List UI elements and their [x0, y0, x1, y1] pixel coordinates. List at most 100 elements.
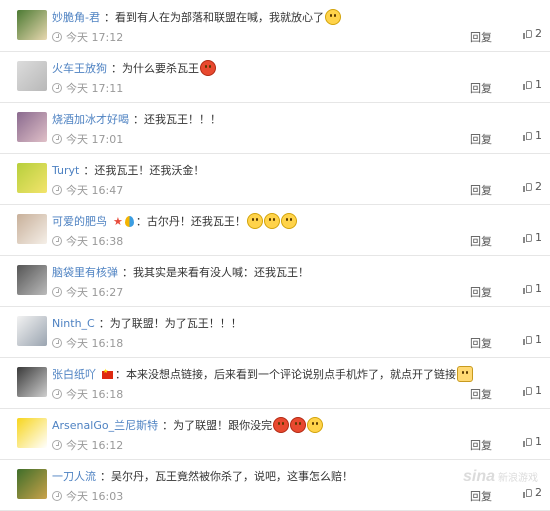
- like-button[interactable]: 1: [523, 333, 542, 346]
- thumbs-up-icon: [523, 283, 533, 294]
- comment-item: 可爱的肥鸟 ★ ：古尔丹！还我瓦王！ 今天 16:38 回复 1: [0, 205, 550, 256]
- avatar-yellow-face[interactable]: [17, 418, 47, 448]
- comment-content: ArsenalGo_兰尼斯特 ：为了联盟！跟你没完: [52, 417, 540, 433]
- avatar-white-cat[interactable]: [17, 316, 47, 346]
- angry-red-emoji: [290, 417, 307, 433]
- like-count: 1: [535, 78, 542, 91]
- comment-text: 为了联盟！为了瓦王！！！: [109, 317, 242, 330]
- like-button[interactable]: 2: [523, 486, 542, 499]
- like-count: 1: [535, 333, 542, 346]
- comment-meta: 今天 16:12: [52, 437, 124, 452]
- comment-meta: 今天 16:38: [52, 233, 123, 248]
- like-count: 1: [535, 384, 542, 397]
- name-separator: ：: [111, 62, 122, 75]
- comment-time: 今天 17:12: [66, 31, 124, 44]
- like-count: 2: [535, 27, 542, 40]
- avatar-sketch[interactable]: [17, 367, 47, 397]
- like-button[interactable]: 2: [523, 180, 542, 193]
- name-separator: ：: [103, 11, 115, 24]
- commenter-name[interactable]: 火车王放狗: [52, 62, 107, 75]
- reply-button[interactable]: 回复: [470, 488, 492, 504]
- comment-text: 还我瓦王！还我沃金！: [94, 164, 205, 177]
- clock-icon: [52, 32, 62, 42]
- comment-time: 今天 16:27: [66, 286, 124, 299]
- sad-emoji: [246, 213, 263, 229]
- comment-item: 妙脆角-君 ：看到有人在为部落和联盟在喊，我就放心了今天 17:12 回复 2: [0, 1, 550, 52]
- like-count: 1: [535, 435, 542, 448]
- comment-text: 为了联盟！跟你没完: [173, 419, 273, 432]
- avatar-game-art[interactable]: [17, 469, 47, 499]
- commenter-name[interactable]: Ninth_C: [52, 317, 95, 330]
- like-button[interactable]: 1: [523, 78, 542, 91]
- thumbs-up-icon: [523, 487, 533, 498]
- like-button[interactable]: 1: [523, 435, 542, 448]
- commenter-name[interactable]: 可爱的肥鸟: [52, 215, 107, 228]
- comment-text: 我其实是来看有没人喊：还我瓦王！: [133, 266, 309, 279]
- avatar-pixel-hat[interactable]: [17, 10, 47, 40]
- comment-meta: 今天 16:27: [52, 284, 124, 299]
- commenter-name[interactable]: 烧酒加冰才好喝: [52, 113, 129, 126]
- avatar-bw-photo[interactable]: [17, 265, 47, 295]
- smile-emoji: [324, 9, 341, 25]
- comment-content: Turyt ：还我瓦王！还我沃金！: [52, 162, 540, 178]
- avatar-cartoon-green[interactable]: [17, 163, 47, 193]
- comment-content: 脑袋里有核弹 ：我其实是来看有没人喊：还我瓦王！: [52, 264, 540, 280]
- comment-text: 还我瓦王！！！: [144, 113, 221, 126]
- frown-emoji: [307, 417, 324, 433]
- reply-button[interactable]: 回复: [470, 335, 492, 351]
- reply-button[interactable]: 回复: [470, 29, 492, 45]
- thumbs-up-icon: [523, 232, 533, 243]
- avatar-cat[interactable]: [17, 214, 47, 244]
- reply-button[interactable]: 回复: [470, 182, 492, 198]
- clock-icon: [52, 287, 62, 297]
- like-button[interactable]: 2: [523, 27, 542, 40]
- angry-emoji: [200, 60, 216, 76]
- comment-text: 为什么要杀瓦王: [122, 62, 199, 75]
- commenter-name[interactable]: 张白纸吖: [52, 368, 96, 381]
- cat-emoji: [457, 366, 473, 382]
- comment-text: 吴尔丹，瓦王竟然被你杀了，说吧，这事怎么赔！: [111, 470, 353, 483]
- comment-time: 今天 16:18: [66, 337, 124, 350]
- reply-button[interactable]: 回复: [470, 80, 492, 96]
- like-button[interactable]: 1: [523, 384, 542, 397]
- like-button[interactable]: 1: [523, 282, 542, 295]
- comment-time: 今天 17:11: [66, 82, 124, 95]
- avatar-default[interactable]: [17, 61, 47, 91]
- name-separator: ：: [115, 368, 126, 381]
- name-separator: ：: [98, 317, 110, 330]
- thumbs-up-icon: [523, 436, 533, 447]
- comment-time: 今天 16:12: [66, 439, 124, 452]
- commenter-name[interactable]: 妙脆角-君: [52, 11, 100, 24]
- thumbs-up-icon: [523, 130, 533, 141]
- comment-time: 今天 16:47: [66, 184, 124, 197]
- thumbs-up-icon: [523, 28, 533, 39]
- comment-meta: 今天 17:12: [52, 29, 124, 44]
- comment-text: 古尔丹！还我瓦王！: [146, 215, 246, 228]
- comment-content: 张白纸吖 ：本来没想点链接，后来看到一个评论说别点手机炸了，就点开了链接: [52, 366, 540, 382]
- like-count: 2: [535, 180, 542, 193]
- comment-meta: 今天 17:11: [52, 80, 124, 95]
- comment-text: 看到有人在为部落和联盟在喊，我就放心了: [114, 11, 324, 24]
- comment-item: 烧酒加冰才好喝 ：还我瓦王！！！ 今天 17:01 回复 1: [0, 103, 550, 154]
- clock-icon: [52, 236, 62, 246]
- reply-button[interactable]: 回复: [470, 233, 492, 249]
- clock-icon: [52, 389, 62, 399]
- commenter-name[interactable]: 脑袋里有核弹: [52, 266, 118, 279]
- comment-item: ArsenalGo_兰尼斯特 ：为了联盟！跟你没完今天 16:12 回复 1: [0, 409, 550, 460]
- like-button[interactable]: 1: [523, 231, 542, 244]
- name-separator: ：: [122, 266, 133, 279]
- reply-button[interactable]: 回复: [470, 284, 492, 300]
- reply-button[interactable]: 回复: [470, 437, 492, 453]
- comment-item: Turyt ：还我瓦王！还我沃金！ 今天 16:47 回复 2: [0, 154, 550, 205]
- commenter-name[interactable]: 一刀人流: [52, 470, 96, 483]
- comment-meta: 今天 16:18: [52, 386, 123, 401]
- comment-text: 本来没想点链接，后来看到一个评论说别点手机炸了，就点开了链接: [126, 368, 456, 381]
- like-button[interactable]: 1: [523, 129, 542, 142]
- commenter-name[interactable]: Turyt: [52, 164, 79, 177]
- sad-emoji: [280, 213, 297, 229]
- comment-content: Ninth_C ：为了联盟！为了瓦王！！！: [52, 315, 540, 331]
- reply-button[interactable]: 回复: [470, 386, 492, 402]
- avatar-photo[interactable]: [17, 112, 47, 142]
- commenter-name[interactable]: ArsenalGo_兰尼斯特: [52, 419, 158, 432]
- reply-button[interactable]: 回复: [470, 131, 492, 147]
